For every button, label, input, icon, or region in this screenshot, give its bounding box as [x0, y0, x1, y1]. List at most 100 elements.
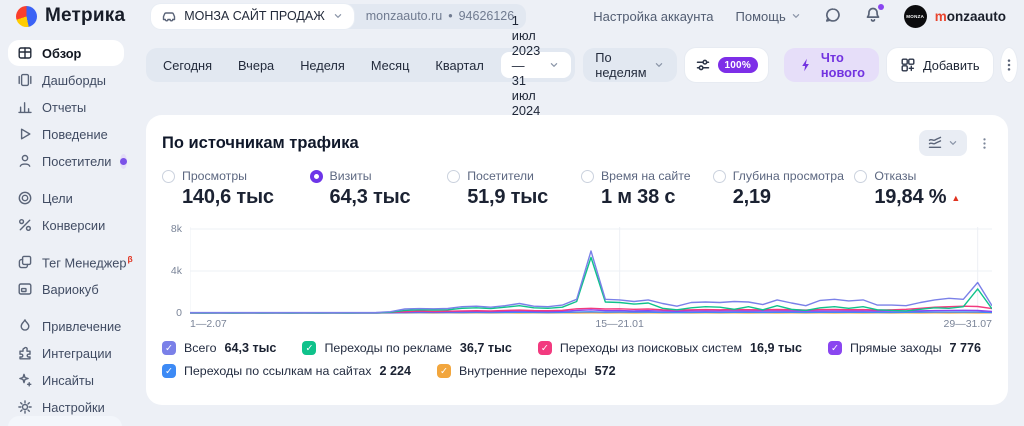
sidebar-item-label: Привлечение — [42, 318, 122, 334]
sidebar-item-conversions[interactable]: Конверсии — [8, 212, 124, 238]
date-toolbar: Сегодня Вчера Неделя Месяц Квартал 1 июл 202… — [146, 13, 1017, 118]
legend-value: 36,7 тыс — [459, 341, 512, 355]
sidebar-group: Тег Менеджерβ Вариокуб — [8, 249, 133, 302]
chat-icon — [824, 6, 842, 24]
sidebar-item-integrations[interactable]: Интеграции — [8, 340, 124, 366]
legend-label: Переходы из поисковых систем — [559, 341, 743, 355]
user-menu[interactable]: MONZA monzaauto — [903, 4, 1006, 28]
chart-x-axis: 1—2.07 15—21.01 29—31.07 — [190, 318, 992, 332]
chevron-down-icon — [790, 10, 802, 22]
help-menu[interactable]: Помощь — [736, 9, 802, 24]
new-items-badge — [120, 153, 128, 169]
legend-value: 7 776 — [949, 341, 981, 355]
legend-label: Переходы по ссылкам на сайтах — [184, 364, 372, 378]
sidebar-item-goals[interactable]: Цели — [8, 185, 124, 211]
preset-квартал[interactable]: Квартал — [422, 48, 496, 82]
metric-5[interactable]: Отказы 19,84 % ▲ — [854, 169, 992, 209]
sidebar-item-behavior[interactable]: Поведение — [8, 121, 124, 147]
metric-label: Отказы — [874, 169, 917, 183]
legend-item-1[interactable]: ✓ Переходы по рекламе 36,7 тыс — [302, 341, 512, 355]
insights-icon — [17, 372, 33, 388]
chevron-down-icon — [653, 59, 665, 71]
counter-meta: monzaauto.ru • 94626126 — [354, 9, 526, 23]
legend-label: Внутренние переходы — [459, 364, 587, 378]
sidebar-item-tag-manager[interactable]: Тег Менеджерβ — [8, 249, 133, 275]
metric-value: 64,3 тыс — [329, 186, 411, 208]
sampling-button[interactable]: 100% — [684, 48, 768, 82]
legend-item-4[interactable]: ✓ Переходы по ссылкам на сайтах 2 224 — [162, 364, 411, 378]
add-button[interactable]: Добавить — [886, 48, 993, 82]
legend-item-0[interactable]: ✓ Всего 64,3 тыс — [162, 341, 276, 355]
whats-new-button[interactable]: Что нового — [783, 48, 879, 82]
chevron-down-icon — [947, 137, 959, 149]
chart-type-select[interactable] — [919, 130, 967, 156]
goals-icon — [17, 190, 33, 206]
sidebar-item-dashboards[interactable]: Дашборды — [8, 67, 124, 93]
x-tick-label: 29—31.07 — [943, 318, 992, 330]
toolbar-more-button[interactable] — [1000, 48, 1017, 82]
notifications-button[interactable] — [864, 3, 884, 27]
metric-2[interactable]: Посетители 51,9 тыс — [447, 169, 581, 209]
checkbox-checked-icon[interactable]: ✓ — [162, 341, 176, 355]
sidebar-item-label: Конверсии — [42, 217, 106, 233]
sidebar: Обзор Дашборды Отчеты Поведение Посетители Це… — [0, 34, 133, 426]
preset-неделя[interactable]: Неделя — [287, 48, 358, 82]
radio-selected-icon[interactable] — [309, 169, 323, 183]
metric-label: Посетители — [467, 169, 534, 183]
metrika-brand[interactable]: Метрика — [16, 5, 125, 27]
counter-name: МОНЗА САЙТ ПРОДАЖ — [184, 9, 325, 23]
overview-icon — [17, 45, 33, 61]
sidebar-item-reports[interactable]: Отчеты — [8, 94, 124, 120]
metric-label: Визиты — [329, 169, 372, 183]
chevron-down-icon — [332, 10, 344, 22]
sidebar-item-overview[interactable]: Обзор — [8, 40, 124, 66]
sidebar-item-visitors[interactable]: Посетители — [8, 148, 128, 174]
integrations-icon — [17, 345, 33, 361]
radio-icon[interactable] — [162, 169, 175, 183]
chat-button[interactable] — [824, 6, 842, 27]
legend-item-3[interactable]: ✓ Прямые заходы 7 776 — [827, 341, 981, 355]
metric-4[interactable]: Глубина просмотра 2,19 — [712, 169, 855, 209]
add-widget-icon — [900, 57, 916, 73]
metric-1[interactable]: Визиты 64,3 тыс — [309, 169, 448, 209]
sidebar-item-attraction[interactable]: Привлечение — [8, 313, 124, 339]
behavior-icon — [17, 126, 33, 142]
checkbox-checked-icon[interactable]: ✓ — [827, 341, 842, 355]
x-tick-label: 1—2.07 — [190, 318, 227, 330]
preset-месяц[interactable]: Месяц — [358, 48, 423, 82]
checkbox-checked-icon[interactable]: ✓ — [162, 364, 176, 378]
granularity-select[interactable]: По неделям — [583, 48, 677, 82]
variocube-icon — [17, 281, 33, 297]
sidebar-item-label: Поведение — [42, 126, 108, 142]
metric-3[interactable]: Время на сайте 1 м 38 с — [580, 169, 713, 209]
legend-item-5[interactable]: ✓ Внутренние переходы 572 — [437, 364, 616, 378]
radio-icon[interactable] — [854, 169, 868, 183]
metric-0[interactable]: Просмотры 140,6 тыс — [162, 169, 310, 209]
radio-icon[interactable] — [580, 169, 594, 183]
legend-item-2[interactable]: ✓ Переходы из поисковых систем 16,9 тыс — [537, 341, 802, 355]
card-more-button[interactable] — [977, 136, 992, 151]
sidebar-item-variocube[interactable]: Вариокуб — [8, 276, 124, 302]
date-range-picker[interactable]: 1 июл 2023 — 31 июл 2024 — [500, 13, 572, 118]
counter-select-button[interactable]: МОНЗА САЙТ ПРОДАЖ — [151, 3, 354, 29]
checkbox-checked-icon[interactable]: ✓ — [437, 364, 451, 378]
bolt-icon — [798, 57, 814, 73]
sidebar-item-label: Инсайты — [42, 372, 94, 388]
trend-up-icon: ▲ — [951, 193, 961, 203]
radio-icon[interactable] — [712, 169, 726, 183]
x-tick-label: 15—21.01 — [595, 318, 644, 330]
checkbox-checked-icon[interactable]: ✓ — [537, 341, 552, 355]
sidebar-item-label: Вариокуб — [42, 281, 99, 297]
account-settings-link[interactable]: Настройка аккаунта — [593, 9, 713, 24]
radio-icon[interactable] — [447, 169, 461, 183]
preset-сегодня[interactable]: Сегодня — [150, 48, 225, 82]
metric-top: Визиты — [309, 169, 448, 183]
checkbox-checked-icon[interactable]: ✓ — [302, 341, 317, 355]
card-title: По источникам трафика — [162, 133, 359, 152]
sidebar-item-insights[interactable]: Инсайты — [8, 367, 124, 393]
sidebar-item-label: Тег Менеджерβ — [42, 253, 133, 271]
sidebar-item-label: Интеграции — [42, 345, 112, 361]
tag-manager-icon — [17, 254, 33, 270]
sidebar-item-label: Дашборды — [42, 72, 106, 88]
preset-вчера[interactable]: Вчера — [225, 48, 287, 82]
